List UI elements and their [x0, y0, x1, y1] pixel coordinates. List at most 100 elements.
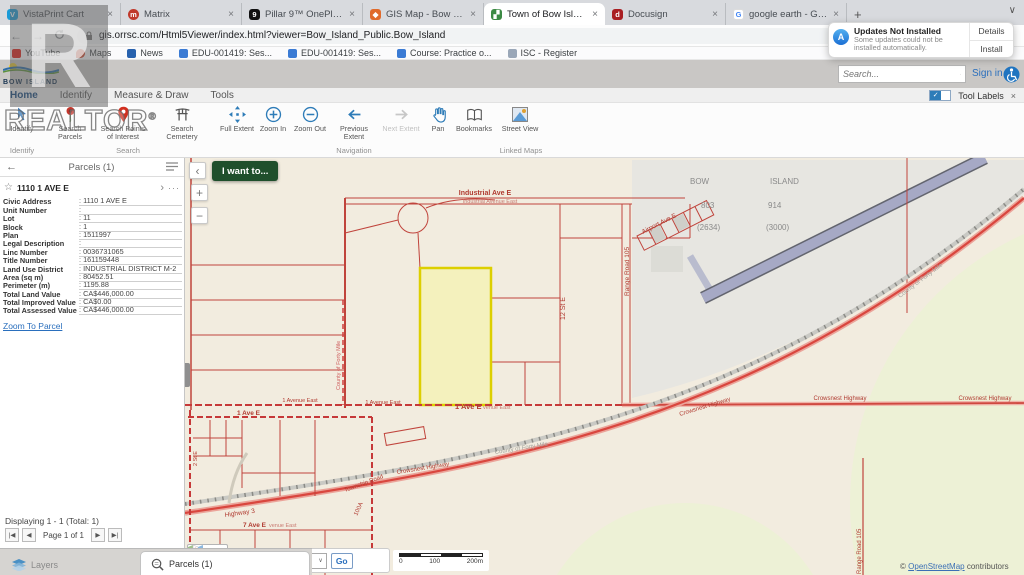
- tab-pillar9[interactable]: 9 Pillar 9™ OnePlatform ×: [242, 3, 363, 25]
- map-zoom-in-button[interactable]: +: [191, 184, 208, 201]
- ribbon-close-icon[interactable]: ×: [1011, 91, 1016, 101]
- pan-button[interactable]: Pan: [424, 104, 452, 145]
- map-canvas[interactable]: BOW ISLAND 803 914 (2634) (3000) Industr…: [185, 158, 1024, 575]
- tab-identify[interactable]: Identify: [60, 90, 92, 101]
- zoom-to-parcel-link[interactable]: Zoom To Parcel: [3, 321, 62, 331]
- more-options-icon[interactable]: ···: [168, 183, 180, 193]
- tab-close-icon[interactable]: ×: [712, 9, 718, 20]
- tab-google-search[interactable]: G google earth - Google Search ×: [726, 3, 847, 25]
- scalebar: 0 100 200m: [393, 550, 489, 571]
- identify-button[interactable]: Identify: [2, 104, 42, 145]
- hand-icon: [431, 104, 446, 124]
- matrix-favicon: m: [128, 9, 139, 20]
- tab-gis-map[interactable]: ◆ GIS Map - Bow Island, AB ×: [363, 3, 484, 25]
- panel-header: ← Parcels (1): [0, 158, 184, 177]
- ribbon-tab-row: Home Identify Measure & Draw Tools ✓ Too…: [0, 88, 1024, 103]
- search-icon[interactable]: [960, 69, 961, 80]
- map-label-1-avenue-east: 1 Avenue East: [282, 398, 318, 404]
- map-label-island: ISLAND: [770, 177, 799, 186]
- tab-layers[interactable]: Layers: [6, 553, 84, 575]
- openstreetmap-link[interactable]: OpenStreetMap: [908, 562, 964, 571]
- tool-labels-toggle[interactable]: ✓: [929, 90, 951, 101]
- zoom-out-button[interactable]: Zoom Out: [291, 104, 329, 145]
- forward-icon[interactable]: →: [32, 29, 44, 43]
- news-icon: [127, 49, 136, 58]
- full-extent-icon: [229, 104, 246, 124]
- next-page-button[interactable]: ▶: [91, 528, 105, 542]
- go-button[interactable]: Go: [331, 553, 353, 569]
- tab-close-icon[interactable]: ×: [228, 9, 234, 20]
- full-extent-button[interactable]: Full Extent: [215, 104, 259, 145]
- book-icon: [466, 104, 483, 124]
- star-icon[interactable]: ☆: [4, 182, 13, 193]
- zoom-in-button[interactable]: Zoom In: [255, 104, 291, 145]
- browser-window: V VistaPrint Cart × m Matrix × 9 Pillar …: [0, 0, 1024, 575]
- notification-install-button[interactable]: Install: [970, 41, 1013, 58]
- prev-page-button[interactable]: ◀: [22, 528, 36, 542]
- tab-parcels-active[interactable]: Parcels (1): [140, 551, 310, 575]
- expand-chevron-icon[interactable]: ›: [160, 182, 164, 194]
- map-label-1-ave-rest: venue East: [483, 405, 511, 411]
- panel-resize-grabber[interactable]: [185, 363, 190, 387]
- tab-close-icon[interactable]: ×: [107, 9, 113, 20]
- search-parcels-button[interactable]: Search Parcels: [47, 104, 93, 145]
- bookmark-maps[interactable]: Maps: [76, 48, 111, 58]
- page-indicator: Page 1 of 1: [43, 531, 84, 540]
- back-icon[interactable]: ←: [10, 29, 22, 43]
- tab-label: VistaPrint Cart: [23, 9, 102, 20]
- bow-island-logo: BOW ISLAND: [3, 61, 63, 87]
- bookmark-edu-1[interactable]: EDU-001419: Ses...: [179, 48, 272, 58]
- ribbon-toolbar: Identify Search Parcels Search Points of…: [0, 103, 1024, 145]
- bookmark-isc[interactable]: ISC - Register: [508, 48, 578, 58]
- search-cemetery-button[interactable]: Search Cemetery: [155, 104, 209, 145]
- i-want-to-button[interactable]: I want to...: [212, 161, 278, 181]
- scalebar-segments: [399, 553, 483, 557]
- tab-close-icon[interactable]: ×: [592, 9, 598, 20]
- tab-matrix[interactable]: m Matrix ×: [121, 3, 242, 25]
- parcel-fields: Civic Address1110 1 AVE E Unit Number Lo…: [3, 198, 182, 315]
- tab-vistaprint[interactable]: V VistaPrint Cart ×: [0, 3, 121, 25]
- bookmarks-button[interactable]: Bookmarks: [454, 104, 494, 145]
- poi-pin-icon: [117, 104, 130, 124]
- map-zoom-out-button[interactable]: −: [191, 207, 208, 224]
- street-view-button[interactable]: Street View: [500, 104, 540, 145]
- tab-close-icon[interactable]: ×: [349, 9, 355, 20]
- last-page-button[interactable]: ▶|: [108, 528, 122, 542]
- tab-close-icon[interactable]: ×: [833, 9, 839, 20]
- tab-tools[interactable]: Tools: [211, 90, 234, 101]
- url-omnibox[interactable]: gis.orrsc.com/Html5Viewer/index.html?vie…: [77, 28, 847, 44]
- panel-back-icon[interactable]: ←: [6, 161, 17, 173]
- group-identify: Identify: [10, 146, 34, 155]
- accessibility-icon[interactable]: [1003, 66, 1020, 83]
- first-page-button[interactable]: |◀: [5, 528, 19, 542]
- zoom-out-icon: [302, 104, 319, 124]
- bookmark-edu-2[interactable]: EDU-001419: Ses...: [288, 48, 381, 58]
- tab-docusign[interactable]: d Docusign ×: [605, 3, 726, 25]
- bookmark-course[interactable]: Course: Practice o...: [397, 48, 492, 58]
- panel-collapse-button[interactable]: ‹: [189, 162, 206, 179]
- reload-icon[interactable]: [54, 29, 65, 43]
- bookmark-youtube[interactable]: YouTube: [12, 48, 60, 58]
- notification-details-button[interactable]: Details: [970, 23, 1013, 41]
- tab-measure-draw[interactable]: Measure & Draw: [114, 90, 188, 101]
- tab-home[interactable]: Home: [10, 90, 38, 101]
- group-linked-maps: Linked Maps: [500, 146, 543, 155]
- search-input[interactable]: [843, 69, 960, 79]
- panel-menu-icon[interactable]: [166, 162, 178, 172]
- identify-cursor-icon: [14, 104, 30, 124]
- sign-in-link[interactable]: Sign in: [972, 68, 1003, 79]
- map-label-7-ave: 7 Ave E: [243, 522, 267, 529]
- parcel-title: 1110 1 AVE E: [17, 183, 156, 193]
- selected-parcel-highlight[interactable]: [420, 268, 491, 405]
- bottom-tab-strip: Layers Parcels (1): [0, 548, 312, 575]
- tab-bow-island-active[interactable]: ▞ Town of Bow Island Public Site ×: [484, 3, 605, 25]
- logo-art: [3, 61, 59, 74]
- search-poi-button[interactable]: Search Points of Interest: [97, 104, 149, 145]
- tab-overflow-chevron-icon[interactable]: ∨: [1009, 5, 1016, 16]
- bookmark-news[interactable]: News: [127, 48, 163, 58]
- arrow-right-icon: [393, 104, 410, 124]
- previous-extent-button[interactable]: Previous Extent: [330, 104, 378, 145]
- tab-close-icon[interactable]: ×: [470, 9, 476, 20]
- parcel-result-row[interactable]: ☆ 1110 1 AVE E › ···: [0, 179, 184, 196]
- tab-label: google earth - Google Search: [749, 9, 828, 20]
